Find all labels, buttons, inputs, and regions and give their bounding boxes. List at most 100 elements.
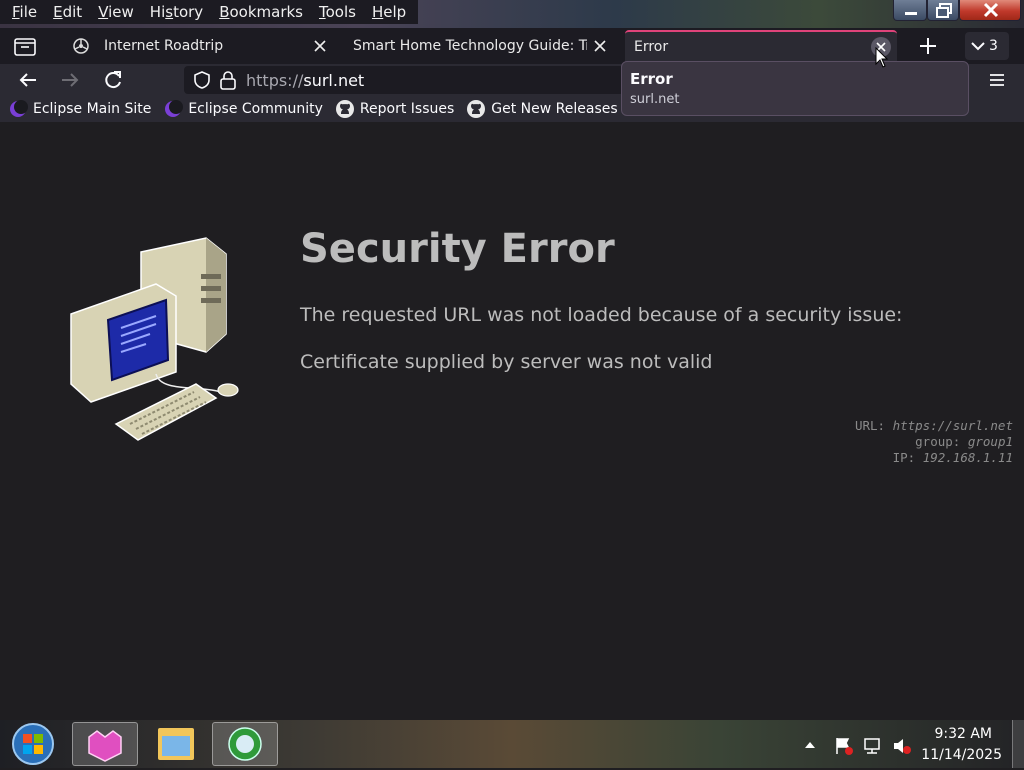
new-tab-button[interactable] — [912, 32, 944, 60]
menu-history[interactable]: History — [142, 0, 211, 24]
menu-button[interactable] — [982, 66, 1012, 94]
page-content: Security Error The requested URL was not… — [0, 122, 1024, 720]
diag-group-label: group: — [915, 434, 961, 449]
action-center-flag-icon[interactable] — [834, 736, 854, 756]
tab-list-icon — [14, 38, 36, 56]
eclipse-icon — [165, 100, 184, 117]
clock-time[interactable]: 9:32 AM — [934, 726, 992, 742]
github-icon — [467, 100, 486, 118]
taskbar-network-app[interactable] — [212, 722, 278, 766]
tab-strip: Internet Roadtrip Smart Home Technology … — [0, 28, 1024, 64]
diag-url-label: URL: — [854, 418, 886, 433]
taskbar-browser-app[interactable] — [72, 722, 138, 766]
menu-edit[interactable]: Edit — [45, 0, 90, 24]
computer-illustration-icon — [70, 237, 239, 441]
tab-count: 3 — [989, 38, 998, 54]
browser-app-icon — [88, 730, 122, 762]
menu-history-accel: s — [165, 3, 174, 21]
bookmark-get-new-releases[interactable]: Get New Releases — [466, 99, 618, 119]
github-icon — [335, 100, 354, 118]
show-desktop-button[interactable] — [1012, 720, 1024, 768]
tab-error[interactable]: Error — [625, 30, 897, 62]
all-tabs-button[interactable]: 3 — [965, 32, 1009, 60]
menu-history-post: tory — [173, 3, 204, 21]
menu-view[interactable]: View — [90, 0, 142, 24]
url-bar[interactable]: https://surl.net — [184, 66, 624, 94]
url-host: surl.net — [303, 71, 365, 90]
bookmark-label: Get New Releases — [491, 101, 618, 117]
menu-tools-rest: ools — [325, 3, 356, 21]
url-scheme: https:// — [246, 71, 304, 90]
bookmark-eclipse-community[interactable]: Eclipse Community — [163, 100, 323, 118]
forward-button[interactable] — [54, 66, 86, 94]
forward-arrow-icon — [62, 73, 79, 87]
close-icon — [983, 2, 999, 18]
bookmark-label: Eclipse Community — [188, 101, 323, 117]
menu-file[interactable]: File — [4, 0, 45, 24]
clock-date[interactable]: 11/14/2025 — [921, 747, 1002, 763]
menu-view-rest: iew — [108, 3, 134, 21]
bookmark-eclipse-main[interactable]: Eclipse Main Site — [8, 100, 151, 118]
close-window-button[interactable] — [959, 0, 1021, 21]
minimize-icon — [905, 12, 917, 15]
diagnostic-info: URL: https://surl.net group: group1 IP: … — [855, 418, 1013, 466]
back-button[interactable] — [12, 66, 44, 94]
firefox-view-button[interactable] — [8, 32, 42, 60]
bookmark-report-issues[interactable]: Report Issues — [335, 99, 454, 119]
tab-tooltip: Error surl.net — [621, 61, 969, 116]
start-button[interactable] — [10, 722, 56, 766]
reload-button[interactable] — [97, 66, 129, 94]
menu-edit-rest: dit — [62, 3, 83, 21]
taskbar-explorer-app[interactable] — [146, 722, 206, 766]
tab-title: Smart Home Technology Guide: Trai — [353, 38, 587, 54]
hamburger-icon — [990, 74, 1004, 86]
reload-icon — [105, 71, 121, 89]
close-tab-icon[interactable] — [592, 38, 608, 54]
diag-ip-label: IP: — [892, 450, 916, 465]
diag-ip-value: 192.168.1.11 — [922, 450, 1013, 465]
minimize-button[interactable] — [893, 0, 927, 21]
tooltip-title: Error — [630, 70, 673, 88]
diag-ip-row: IP: 192.168.1.11 — [855, 450, 1013, 466]
error-title: Security Error — [300, 226, 615, 272]
window-titlebar: File Edit View History Bookmarks Tools H… — [0, 0, 1024, 28]
tab-title: Internet Roadtrip — [104, 38, 224, 54]
lock-icon — [220, 71, 236, 90]
menu-tools[interactable]: Tools — [311, 0, 364, 24]
menu-bookmarks[interactable]: Bookmarks — [211, 0, 311, 24]
error-detail: Certificate supplied by server was not v… — [300, 351, 713, 373]
close-tab-icon[interactable] — [312, 38, 328, 54]
plus-icon — [920, 38, 936, 54]
network-icon[interactable] — [863, 736, 883, 756]
mouse-cursor-icon — [875, 47, 889, 68]
menu-file-rest: ile — [19, 3, 38, 21]
url-text: https://surl.net — [246, 71, 364, 90]
chevron-down-icon — [971, 42, 985, 51]
restore-icon — [936, 3, 952, 18]
menu-history-pre: Hi — [149, 3, 166, 21]
menu-edit-accel: E — [53, 3, 63, 21]
steering-wheel-icon — [73, 38, 89, 54]
shield-icon — [194, 71, 210, 89]
menu-bookmarks-accel: B — [219, 3, 230, 21]
bookmark-label: Report Issues — [359, 101, 455, 117]
tooltip-url: surl.net — [630, 92, 680, 107]
show-hidden-icons-icon[interactable] — [803, 738, 817, 752]
menu-help[interactable]: Help — [364, 0, 414, 24]
menu-tools-accel: T — [319, 3, 326, 21]
diag-group-row: group: group1 — [855, 434, 1013, 450]
bookmark-label: Eclipse Main Site — [33, 101, 152, 117]
menu-file-accel: F — [12, 3, 20, 21]
maximize-button[interactable] — [927, 0, 959, 21]
tab-internet-roadtrip[interactable]: Internet Roadtrip — [66, 30, 336, 62]
volume-muted-icon[interactable] — [892, 736, 912, 756]
windows-start-icon — [12, 723, 54, 765]
menu-help-rest: elp — [383, 3, 407, 21]
tab-smart-home[interactable]: Smart Home Technology Guide: Trai — [344, 30, 616, 62]
taskbar: 9:32 AM 11/14/2025 — [0, 720, 1024, 768]
menu-view-accel: V — [98, 3, 109, 21]
error-message: The requested URL was not loaded because… — [300, 304, 903, 326]
diag-group-value: group1 — [967, 434, 1013, 449]
eclipse-icon — [10, 100, 28, 117]
menu-bookmarks-rest: ookmarks — [229, 3, 303, 21]
